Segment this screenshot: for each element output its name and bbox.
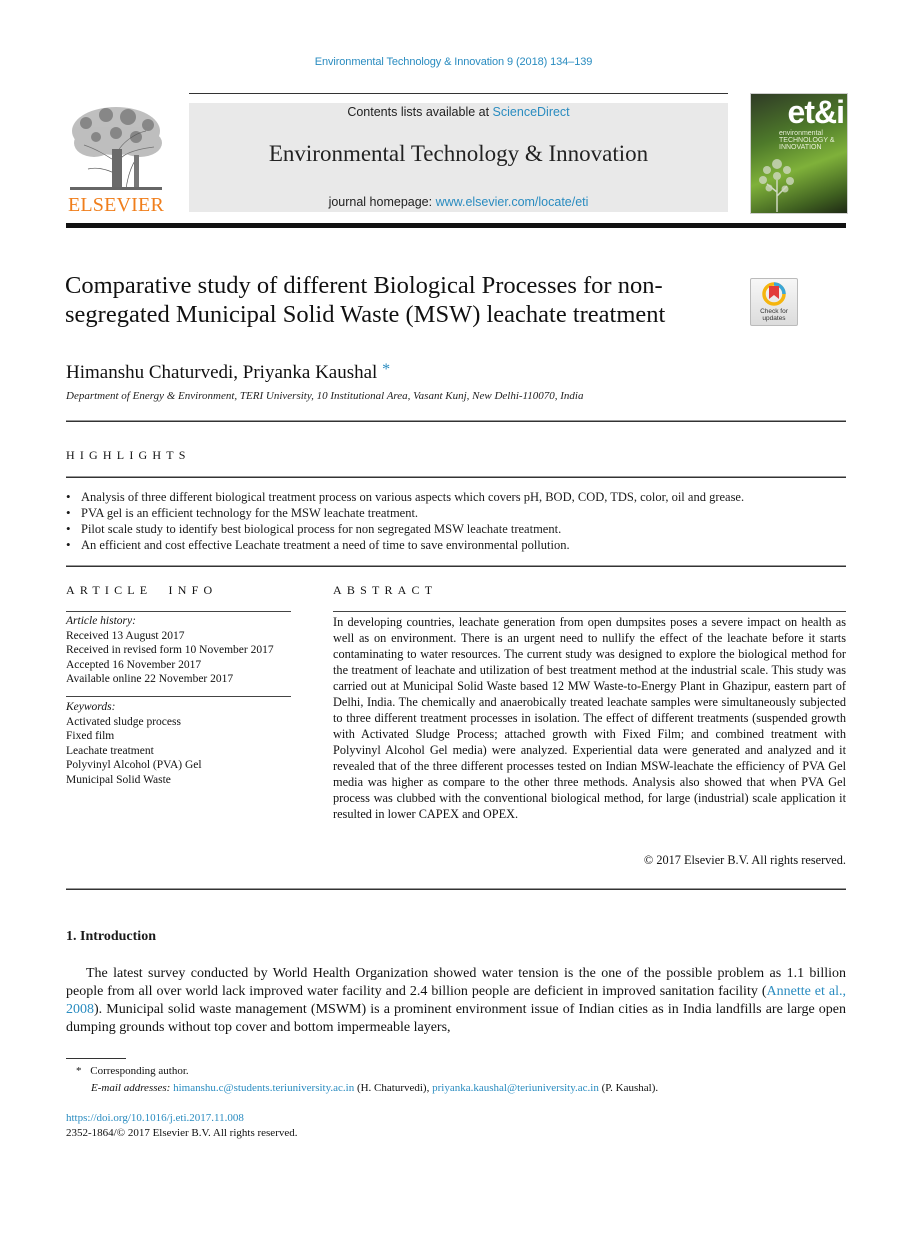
- keyword-item: Leachate treatment: [66, 744, 154, 757]
- authors[interactable]: Himanshu Chaturvedi, Priyanka Kaushal: [66, 362, 377, 383]
- journal-homepage-link[interactable]: www.elsevier.com/locate/eti: [436, 195, 589, 209]
- top-rule: [189, 93, 728, 94]
- highlights-list: Analysis of three different biological t…: [66, 489, 856, 553]
- divider: [66, 420, 846, 422]
- cover-logo: et&i: [787, 94, 845, 130]
- abstract-text: In developing countries, leachate genera…: [333, 615, 846, 821]
- highlight-item: PVA gel is an efficient technology for t…: [66, 505, 856, 521]
- author-list: Himanshu Chaturvedi, Priyanka Kaushal *: [66, 361, 390, 384]
- keyword-item: Polyvinyl Alcohol (PVA) Gel: [66, 759, 202, 771]
- introduction-heading: 1. Introduction: [66, 929, 156, 944]
- corresponding-author-note: * Corresponding author.: [76, 1065, 189, 1077]
- divider: [333, 611, 846, 612]
- cover-subtitle: environmental TECHNOLOGY & INNOVATION: [779, 130, 835, 151]
- introduction-text: The latest survey conducted by World Hea…: [66, 966, 847, 1035]
- highlight-item: An efficient and cost effective Leachate…: [66, 537, 856, 553]
- email-link-chaturvedi[interactable]: himanshu.c@students.teriuniversity.ac.in: [173, 1082, 354, 1094]
- check-for-updates-button[interactable]: Check for updates: [750, 278, 798, 326]
- homepage-line: journal homepage: www.elsevier.com/locat…: [328, 195, 589, 209]
- email-link-kaushal[interactable]: priyanka.kaushal@teriuniversity.ac.in: [432, 1082, 599, 1094]
- cover-tree-icon: [759, 159, 794, 212]
- abstract-heading: ABSTRACT: [333, 583, 438, 597]
- article-title: Comparative study of different Biologica…: [65, 272, 666, 328]
- highlight-item: Pilot scale study to identify best biolo…: [66, 521, 856, 537]
- keyword-item: Municipal Solid Waste: [66, 773, 171, 786]
- history-item: Accepted 16 November 2017: [66, 658, 202, 671]
- header-divider: [66, 223, 846, 228]
- divider: [66, 565, 846, 567]
- journal-citation-link[interactable]: Environmental Technology & Innovation 9 …: [315, 56, 593, 68]
- check-updates-icon: [762, 282, 786, 306]
- article-history: Article history: Received 13 August 2017…: [66, 614, 274, 687]
- contents-line: Contents lists available at ScienceDirec…: [347, 105, 570, 119]
- highlight-item: Analysis of three different biological t…: [66, 489, 856, 505]
- journal-masthead: Contents lists available at ScienceDirec…: [189, 103, 728, 212]
- divider: [66, 611, 291, 612]
- affiliation: Department of Energy & Environment, TERI…: [66, 390, 584, 402]
- highlights-heading: HIGHLIGHTS: [66, 448, 191, 462]
- doi-link[interactable]: https://doi.org/10.1016/j.eti.2017.11.00…: [66, 1112, 244, 1124]
- history-item: Received in revised form 10 November 201…: [66, 644, 274, 656]
- article-info-heading: ARTICLE INFO: [66, 583, 218, 597]
- abstract-copyright: © 2017 Elsevier B.V. All rights reserved…: [643, 853, 846, 867]
- keyword-item: Fixed film: [66, 730, 115, 742]
- history-item: Received 13 August 2017: [66, 629, 185, 642]
- journal-title: Environmental Technology & Innovation: [268, 141, 649, 166]
- email-addresses: E-mail addresses: himanshu.c@students.te…: [91, 1082, 659, 1094]
- sciencedirect-link[interactable]: ScienceDirect: [493, 105, 570, 119]
- divider: [66, 888, 846, 890]
- elsevier-logo[interactable]: ELSEVIER: [66, 103, 166, 216]
- journal-cover-image[interactable]: et&i environmental TECHNOLOGY & INNOVATI…: [750, 93, 848, 214]
- divider: [66, 696, 291, 697]
- running-head[interactable]: Environmental Technology & Innovation 9 …: [0, 56, 907, 68]
- divider: [66, 476, 846, 478]
- history-item: Available online 22 November 2017: [66, 673, 234, 685]
- footnote-mark: *: [76, 1065, 82, 1077]
- corresponding-author-mark[interactable]: *: [382, 361, 390, 378]
- keywords: Keywords: Activated sludge process Fixed…: [66, 700, 202, 787]
- doi: https://doi.org/10.1016/j.eti.2017.11.00…: [66, 1112, 244, 1124]
- article-history-label: Article history:: [66, 615, 136, 627]
- check-updates-label: Check for updates: [760, 308, 788, 322]
- keyword-item: Activated sludge process: [66, 715, 181, 728]
- footnote-rule: [66, 1058, 126, 1059]
- issn-copyright: 2352-1864/© 2017 Elsevier B.V. All right…: [66, 1127, 298, 1139]
- elsevier-tree-icon: [70, 107, 162, 190]
- keywords-label: Keywords:: [66, 701, 116, 713]
- elsevier-wordmark: ELSEVIER: [67, 194, 165, 216]
